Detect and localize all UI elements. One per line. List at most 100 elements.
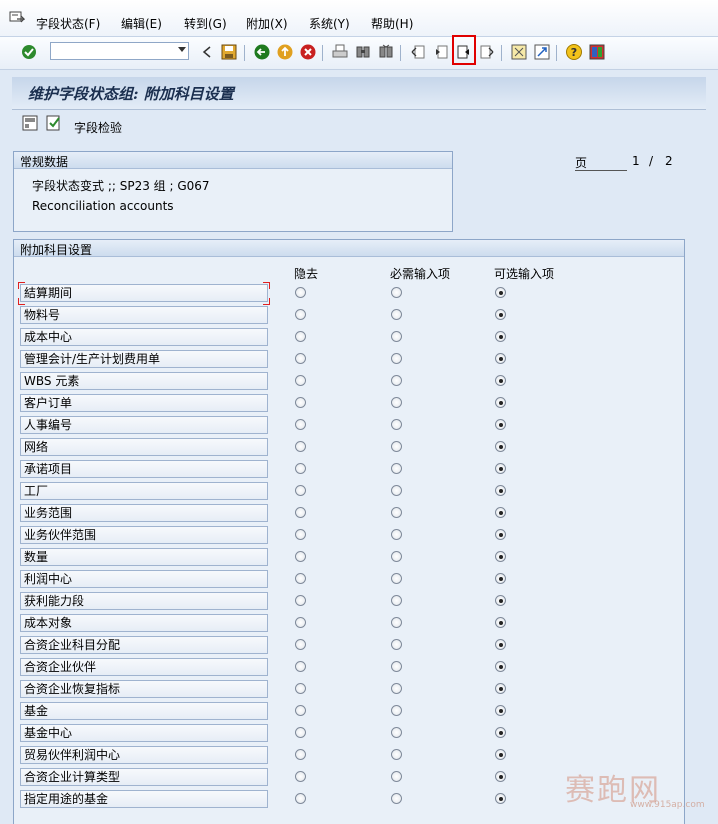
history-back-icon[interactable] [198, 43, 216, 61]
menu-field-status[interactable]: 字段状态(F) [36, 15, 100, 32]
radio-optional[interactable] [495, 683, 506, 694]
first-page-icon[interactable] [409, 43, 427, 61]
command-input[interactable] [53, 44, 175, 60]
print-icon[interactable] [331, 43, 349, 61]
radio-optional[interactable] [495, 705, 506, 716]
radio-optional[interactable] [495, 595, 506, 606]
radio-required[interactable] [391, 749, 402, 760]
radio-suppress[interactable] [295, 309, 306, 320]
radio-optional[interactable] [495, 771, 506, 782]
help-icon[interactable]: ? [565, 43, 583, 61]
radio-optional[interactable] [495, 309, 506, 320]
radio-optional[interactable] [495, 661, 506, 672]
menu-help[interactable]: 帮助(H) [371, 15, 413, 32]
radio-optional[interactable] [495, 573, 506, 584]
radio-optional[interactable] [495, 485, 506, 496]
radio-suppress[interactable] [295, 573, 306, 584]
radio-required[interactable] [391, 639, 402, 650]
radio-required[interactable] [391, 507, 402, 518]
back-arrow-icon[interactable] [253, 43, 271, 61]
radio-suppress[interactable] [295, 287, 306, 298]
radio-optional[interactable] [495, 793, 506, 804]
radio-suppress[interactable] [295, 529, 306, 540]
radio-optional[interactable] [495, 397, 506, 408]
radio-suppress[interactable] [295, 771, 306, 782]
check-icon[interactable] [20, 43, 38, 61]
command-field[interactable] [50, 42, 189, 60]
radio-optional[interactable] [495, 287, 506, 298]
radio-required[interactable] [391, 617, 402, 628]
radio-required[interactable] [391, 551, 402, 562]
radio-optional[interactable] [495, 529, 506, 540]
field-check-button[interactable]: 字段检验 [74, 119, 122, 136]
shortcut-icon[interactable] [533, 43, 551, 61]
radio-optional[interactable] [495, 507, 506, 518]
radio-suppress[interactable] [295, 331, 306, 342]
radio-suppress[interactable] [295, 793, 306, 804]
menu-system[interactable]: 系统(Y) [309, 15, 350, 32]
find-next-icon[interactable] [377, 43, 395, 61]
field-check-icon[interactable] [46, 115, 62, 131]
radio-suppress[interactable] [295, 507, 306, 518]
other-group-icon[interactable] [22, 115, 38, 131]
radio-required[interactable] [391, 705, 402, 716]
radio-required[interactable] [391, 397, 402, 408]
menu-options-icon[interactable] [9, 11, 25, 25]
radio-optional[interactable] [495, 419, 506, 430]
save-icon[interactable] [220, 43, 238, 61]
radio-suppress[interactable] [295, 485, 306, 496]
menu-edit[interactable]: 编辑(E) [121, 15, 162, 32]
radio-suppress[interactable] [295, 683, 306, 694]
radio-required[interactable] [391, 331, 402, 342]
radio-required[interactable] [391, 309, 402, 320]
radio-optional[interactable] [495, 551, 506, 562]
radio-suppress[interactable] [295, 441, 306, 452]
radio-required[interactable] [391, 353, 402, 364]
radio-required[interactable] [391, 463, 402, 474]
exit-icon[interactable] [276, 43, 294, 61]
radio-required[interactable] [391, 287, 402, 298]
chevron-down-icon[interactable] [178, 47, 186, 52]
radio-suppress[interactable] [295, 397, 306, 408]
create-session-icon[interactable] [510, 43, 528, 61]
radio-required[interactable] [391, 375, 402, 386]
radio-optional[interactable] [495, 331, 506, 342]
radio-optional[interactable] [495, 639, 506, 650]
radio-suppress[interactable] [295, 353, 306, 364]
radio-required[interactable] [391, 595, 402, 606]
prev-page-icon[interactable] [432, 43, 450, 61]
radio-suppress[interactable] [295, 375, 306, 386]
last-page-icon[interactable] [478, 43, 496, 61]
radio-required[interactable] [391, 441, 402, 452]
radio-optional[interactable] [495, 353, 506, 364]
menu-extras[interactable]: 附加(X) [246, 15, 288, 32]
radio-required[interactable] [391, 771, 402, 782]
radio-suppress[interactable] [295, 617, 306, 628]
radio-optional[interactable] [495, 375, 506, 386]
radio-suppress[interactable] [295, 595, 306, 606]
radio-suppress[interactable] [295, 705, 306, 716]
radio-required[interactable] [391, 793, 402, 804]
radio-required[interactable] [391, 529, 402, 540]
radio-optional[interactable] [495, 463, 506, 474]
radio-suppress[interactable] [295, 419, 306, 430]
radio-required[interactable] [391, 727, 402, 738]
menu-goto[interactable]: 转到(G) [184, 15, 227, 32]
radio-optional[interactable] [495, 727, 506, 738]
radio-optional[interactable] [495, 749, 506, 760]
page-field[interactable] [575, 154, 627, 171]
radio-required[interactable] [391, 573, 402, 584]
radio-optional[interactable] [495, 441, 506, 452]
find-icon[interactable] [354, 43, 372, 61]
radio-suppress[interactable] [295, 639, 306, 650]
radio-required[interactable] [391, 683, 402, 694]
radio-suppress[interactable] [295, 463, 306, 474]
radio-suppress[interactable] [295, 661, 306, 672]
radio-required[interactable] [391, 485, 402, 496]
radio-suppress[interactable] [295, 727, 306, 738]
radio-optional[interactable] [495, 617, 506, 628]
layout-icon[interactable] [588, 43, 606, 61]
radio-required[interactable] [391, 419, 402, 430]
radio-required[interactable] [391, 661, 402, 672]
cancel-icon[interactable] [299, 43, 317, 61]
